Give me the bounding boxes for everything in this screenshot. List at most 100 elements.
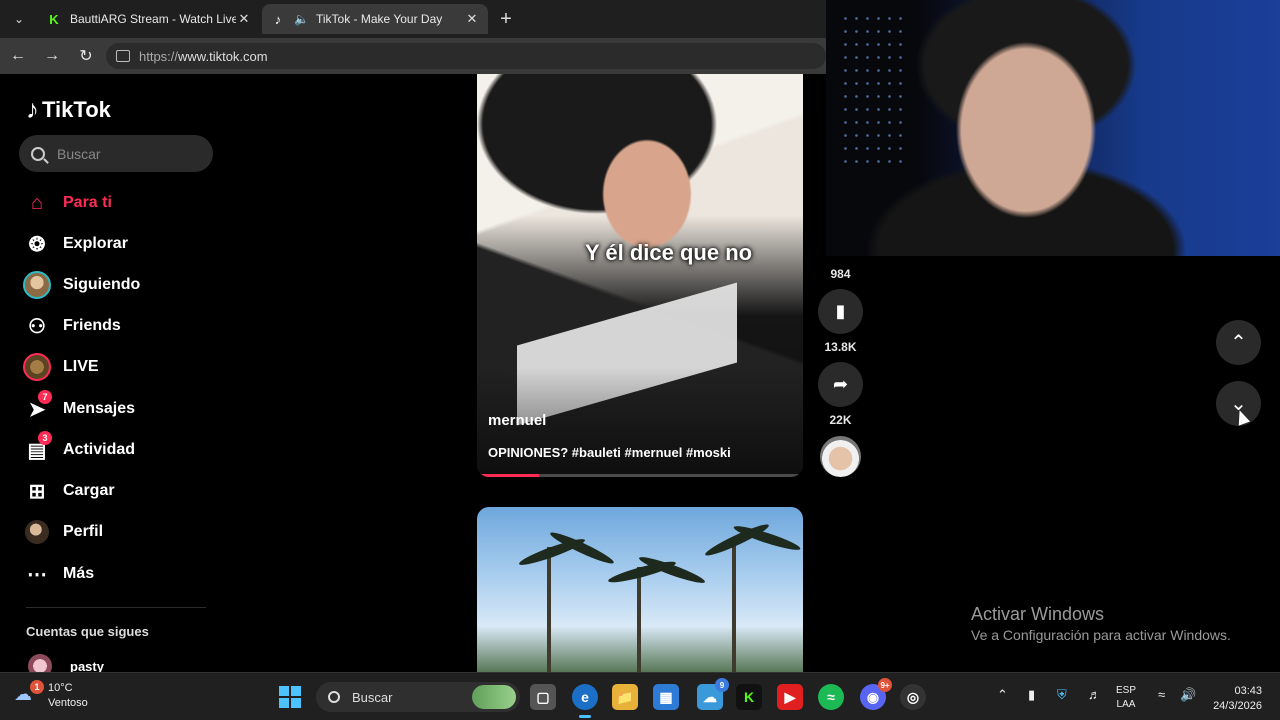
arrow-right-icon: → (44, 47, 60, 64)
url-scheme: https:// (139, 48, 179, 64)
following-avatar-icon (22, 270, 52, 300)
sidebar-item-explorar[interactable]: ❂ Explorar (22, 228, 128, 260)
video-author[interactable]: mernuel (488, 412, 546, 429)
sidebar-item-label: LIVE (63, 358, 99, 375)
profile-avatar-icon (22, 517, 52, 547)
palm-trunk (732, 537, 736, 677)
discord-icon[interactable]: ◉ 9+ (860, 678, 892, 710)
weather-widget[interactable]: ☁ 1 10°C Ventoso (14, 680, 88, 711)
more-icon: ⋯ (27, 563, 47, 586)
forward-button[interactable]: → (40, 44, 64, 68)
search-input[interactable]: Buscar (19, 135, 213, 172)
activate-windows-subtitle: Ve a Configuración para activar Windows. (971, 627, 1231, 643)
weather-temperature: 10°C (48, 682, 73, 694)
show-hidden-icons-button[interactable]: ⌃ (997, 687, 1008, 703)
sidebar-item-para-ti[interactable]: ⌂ Para ti (22, 187, 112, 219)
sidebar-item-actividad[interactable]: ▤ 3 Actividad (22, 431, 136, 466)
live-avatar-icon (22, 352, 52, 382)
edge-browser-icon[interactable]: e (572, 684, 598, 718)
home-icon: ⌂ (30, 191, 44, 214)
url-host: www.tiktok.com (178, 48, 268, 64)
video-description[interactable]: OPINIONES? #bauleti #mernuel #moski (488, 445, 731, 460)
upload-icon: ⊞ (28, 480, 46, 503)
creator-avatar[interactable] (820, 436, 861, 477)
sidebar-item-perfil[interactable]: Perfil (22, 516, 103, 548)
share-button[interactable]: ➦ (818, 362, 863, 407)
sidebar-item-label: Actividad (63, 441, 136, 458)
clock-time: 03:43 (1234, 685, 1262, 697)
youtube-icon[interactable]: ▶ (777, 684, 803, 710)
reload-button[interactable]: ↻ (74, 44, 98, 68)
tab-kick-stream[interactable]: K BauttiARG Stream - Watch Live on ✕ (38, 4, 260, 34)
lock-icon (116, 50, 130, 62)
messages-icon: ➤ 7 (22, 390, 52, 424)
kick-app-icon[interactable]: K (736, 684, 762, 710)
sidebar-item-label: Explorar (63, 235, 128, 252)
background-lights (840, 12, 910, 172)
system-clock[interactable]: 03:43 24/3/2026 (1206, 684, 1262, 714)
file-explorer-icon[interactable]: 📁 (612, 684, 638, 710)
plus-icon: + (500, 7, 512, 30)
security-shield-icon[interactable]: ⛨ (1057, 687, 1067, 703)
sidebar-item-siguiendo[interactable]: Siguiendo (22, 269, 140, 301)
tab-title: BauttiARG Stream - Watch Live on (70, 12, 236, 26)
tiktok-logo[interactable]: ♪ TikTok (26, 94, 111, 125)
video-caption-overlay: Y él dice que no (585, 240, 753, 265)
back-button[interactable]: ← (6, 44, 30, 68)
windows-taskbar: ☁ 1 10°C Ventoso Buscar ▢ e 📁 ▦ ☁ 9 K ▶ ≈ … (0, 672, 1280, 720)
search-placeholder: Buscar (57, 145, 101, 162)
palm-trunk (547, 547, 551, 677)
close-tab-icon[interactable]: ✕ (236, 11, 252, 27)
chevron-down-icon: ⌄ (13, 12, 25, 26)
language-indicator[interactable]: ESP LAA (1116, 684, 1136, 712)
usb-icon[interactable]: ▮ (1028, 687, 1035, 703)
search-icon (31, 146, 45, 161)
microsoft-store-icon[interactable]: ▦ (653, 684, 679, 710)
active-indicator (579, 715, 591, 718)
save-count: 13.8K (824, 340, 857, 354)
task-view-icon[interactable]: ▢ (530, 684, 556, 710)
next-video-preview[interactable] (477, 507, 803, 677)
kick-icon: K (49, 11, 59, 27)
sidebar-item-label: Perfil (63, 523, 104, 540)
address-bar[interactable]: https:// www.tiktok.com (106, 43, 826, 69)
video-progress-fill (477, 474, 539, 477)
obs-icon[interactable]: ◎ (900, 684, 926, 710)
tab-tiktok[interactable]: ♪ 🔈 TikTok - Make Your Day ✕ (262, 4, 488, 34)
logo-text: TikTok (42, 96, 111, 122)
comment-count: 984 (830, 267, 851, 281)
windows-logo-tile (291, 698, 301, 708)
arrow-left-icon: ← (10, 47, 26, 64)
sidebar-item-mensajes[interactable]: ➤ 7 Mensajes (22, 390, 136, 425)
weather-description: Ventoso (48, 697, 88, 709)
sidebar-item-live[interactable]: LIVE (22, 351, 99, 383)
sidebar-item-cargar[interactable]: ⊞ Cargar (22, 475, 115, 507)
taskbar-search-label: Buscar (352, 689, 393, 705)
close-tab-icon[interactable]: ✕ (464, 11, 480, 27)
bookmark-icon: ▮ (835, 301, 846, 321)
spotify-icon[interactable]: ≈ (818, 684, 844, 710)
search-icon (328, 691, 340, 703)
tiktok-logo-icon: ♪ (26, 94, 39, 124)
widgets-app-icon[interactable]: ☁ 9 (697, 678, 729, 710)
speaker-icon[interactable]: 🔈 (294, 12, 310, 26)
microphone-icon[interactable]: ♬ (1088, 687, 1101, 702)
discord-badge: 9+ (878, 678, 892, 692)
save-button[interactable]: ▮ (818, 289, 863, 334)
volume-icon[interactable]: 🔊 (1180, 687, 1196, 703)
sidebar-item-mas[interactable]: ⋯ Más (22, 558, 94, 590)
video-player[interactable]: Y él dice que no mernuel OPINIONES? #bau… (477, 74, 803, 477)
wifi-icon[interactable]: ≈ (1158, 687, 1165, 702)
sidebar-item-friends[interactable]: ⚇ Friends (22, 310, 121, 342)
palm-trunk (637, 567, 641, 677)
video-progress-bar[interactable] (477, 474, 803, 477)
taskbar-search[interactable]: Buscar (316, 682, 520, 712)
previous-video-button[interactable]: ⌃ (1216, 320, 1261, 365)
compass-icon: ❂ (28, 233, 46, 256)
new-tab-button[interactable]: + (494, 7, 518, 31)
start-button[interactable] (279, 686, 301, 708)
search-highlight-image (472, 685, 516, 709)
sidebar-item-label: Mensajes (63, 400, 136, 417)
store-badge: 9 (715, 678, 729, 692)
tab-list-button[interactable]: ⌄ (6, 7, 32, 31)
